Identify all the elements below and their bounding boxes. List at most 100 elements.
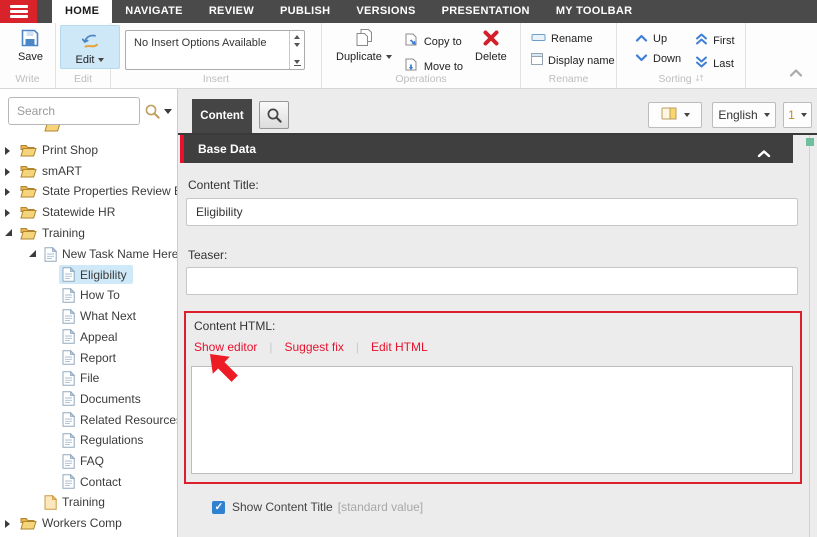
duplicate-button[interactable]: Duplicate bbox=[330, 23, 398, 65]
editor-search-button[interactable] bbox=[259, 101, 289, 129]
tree-item-file[interactable]: File bbox=[0, 369, 177, 389]
tree-item-what-next[interactable]: What Next bbox=[0, 307, 177, 327]
tree-item-eligibility[interactable]: Eligibility bbox=[0, 265, 177, 285]
menu-button[interactable] bbox=[0, 0, 37, 23]
tab-publish[interactable]: PUBLISH bbox=[267, 0, 343, 23]
expand-arrow-icon[interactable] bbox=[5, 209, 10, 217]
edit-html-link[interactable]: Edit HTML bbox=[371, 340, 428, 354]
save-icon bbox=[20, 28, 40, 48]
save-button[interactable]: Save bbox=[12, 23, 49, 65]
folder-icon bbox=[20, 184, 37, 198]
content-html-label: Content HTML: bbox=[194, 319, 275, 333]
rename-icon bbox=[531, 33, 546, 45]
base-data-section-header[interactable]: Base Data bbox=[180, 135, 793, 163]
sort-down-label: Down bbox=[653, 53, 681, 65]
tab-presentation[interactable]: PRESENTATION bbox=[429, 0, 543, 23]
validation-column-divider bbox=[809, 135, 810, 537]
teaser-input[interactable] bbox=[186, 267, 798, 295]
language-label: English bbox=[718, 108, 757, 122]
sort-last-label: Last bbox=[713, 58, 734, 70]
content-html-textarea[interactable] bbox=[191, 366, 793, 474]
collapse-ribbon-button[interactable] bbox=[789, 64, 803, 82]
language-dropdown-button[interactable]: English bbox=[712, 102, 776, 128]
tree-item-training[interactable]: Training bbox=[0, 493, 177, 513]
sort-down-button[interactable]: Down bbox=[635, 53, 681, 65]
content-title-input[interactable] bbox=[186, 198, 798, 226]
chevron-down-icon bbox=[635, 53, 648, 65]
scroll-down-icon[interactable] bbox=[294, 43, 300, 47]
expand-arrow-icon[interactable] bbox=[5, 188, 10, 196]
document-icon bbox=[62, 371, 75, 386]
collapse-arrow-icon[interactable] bbox=[5, 229, 12, 236]
tree-item-appeal[interactable]: Appeal bbox=[0, 327, 177, 347]
tree-item-related-resources[interactable]: Related Resources bbox=[0, 410, 177, 430]
section-accent-strip bbox=[180, 135, 184, 163]
write-group-label: Write bbox=[0, 73, 55, 85]
tab-content[interactable]: Content bbox=[192, 99, 252, 133]
scroll-to-end-icon[interactable] bbox=[294, 60, 301, 67]
top-tabs: HOMENAVIGATEREVIEWPUBLISHVERSIONSPRESENT… bbox=[52, 0, 645, 23]
tree-item-report[interactable]: Report bbox=[0, 348, 177, 368]
tree-item-state-properties-review-board[interactable]: State Properties Review Board bbox=[0, 182, 177, 202]
tree-item-label: State Properties Review Board bbox=[42, 184, 177, 198]
copy-to-icon bbox=[404, 33, 419, 50]
expand-arrow-icon[interactable] bbox=[5, 168, 10, 176]
document-icon bbox=[62, 391, 75, 406]
tree-item-label: Appeal bbox=[80, 330, 117, 344]
folder-icon bbox=[20, 516, 37, 530]
tree-item-label: Eligibility bbox=[80, 268, 127, 282]
document-icon bbox=[62, 350, 75, 365]
rename-button[interactable]: Rename bbox=[531, 33, 615, 45]
tree-item-regulations[interactable]: Regulations bbox=[0, 431, 177, 451]
tab-navigate[interactable]: NAVIGATE bbox=[112, 0, 196, 23]
show-editor-link[interactable]: Show editor bbox=[194, 340, 257, 354]
tree-item-contact[interactable]: Contact bbox=[0, 472, 177, 492]
tree-item-workers-comp[interactable]: Workers Comp bbox=[0, 514, 177, 534]
tree-item-how-to[interactable]: How To bbox=[0, 286, 177, 306]
tree-item-new-task-name-here[interactable]: New Task Name Here bbox=[0, 245, 177, 265]
tree-item-label: Regulations bbox=[80, 433, 143, 447]
scroll-up-icon[interactable] bbox=[294, 35, 300, 39]
listbox-scroll-column bbox=[289, 31, 304, 69]
version-dropdown-button[interactable]: 1 bbox=[783, 102, 812, 128]
expand-arrow-icon[interactable] bbox=[5, 147, 10, 155]
sort-last-button[interactable]: Last bbox=[695, 56, 734, 71]
duplicate-icon bbox=[354, 28, 374, 48]
tree-item-statewide-hr[interactable]: Statewide HR bbox=[0, 203, 177, 223]
profile-dropdown-button[interactable] bbox=[648, 102, 702, 128]
tab-home[interactable]: HOME bbox=[52, 0, 112, 23]
teaser-label: Teaser: bbox=[188, 248, 227, 262]
tree-item-print-shop[interactable]: Print Shop bbox=[0, 141, 177, 161]
document-icon bbox=[62, 329, 75, 344]
document-icon bbox=[62, 288, 75, 303]
collapse-arrow-icon[interactable] bbox=[29, 250, 36, 257]
copy-to-label: Copy to bbox=[424, 36, 462, 48]
sort-first-button[interactable]: First bbox=[695, 33, 734, 48]
display-name-label: Display name bbox=[548, 55, 615, 67]
collapse-section-icon[interactable] bbox=[757, 145, 771, 163]
delete-label: Delete bbox=[475, 51, 507, 63]
expand-arrow-icon[interactable] bbox=[5, 520, 10, 528]
validation-status-square bbox=[806, 138, 814, 146]
application-window: HOMENAVIGATEREVIEWPUBLISHVERSIONSPRESENT… bbox=[0, 0, 817, 537]
tab-review[interactable]: REVIEW bbox=[196, 0, 267, 23]
tree-item-smart[interactable]: smART bbox=[0, 162, 177, 182]
delete-button[interactable]: Delete bbox=[469, 23, 513, 65]
insert-options-listbox[interactable]: No Insert Options Available bbox=[125, 30, 305, 70]
double-chevron-down-icon bbox=[695, 56, 708, 71]
sort-up-button[interactable]: Up bbox=[635, 33, 681, 45]
tree-item-training[interactable]: Training bbox=[0, 224, 177, 244]
display-name-button[interactable]: Display name bbox=[531, 53, 615, 68]
section-title: Base Data bbox=[198, 142, 256, 156]
tree-item-label: Print Shop bbox=[42, 143, 98, 157]
show-content-title-checkbox[interactable] bbox=[212, 501, 225, 514]
content-title-label: Content Title: bbox=[188, 178, 259, 192]
suggest-fix-link[interactable]: Suggest fix bbox=[285, 340, 344, 354]
document-icon bbox=[62, 267, 75, 282]
document-icon bbox=[62, 309, 75, 324]
tree-item-faq[interactable]: FAQ bbox=[0, 452, 177, 472]
copy-to-button[interactable]: Copy to bbox=[404, 33, 463, 50]
tab-versions[interactable]: VERSIONS bbox=[343, 0, 428, 23]
tab-my-toolbar[interactable]: MY TOOLBAR bbox=[543, 0, 646, 23]
tree-item-documents[interactable]: Documents bbox=[0, 389, 177, 409]
